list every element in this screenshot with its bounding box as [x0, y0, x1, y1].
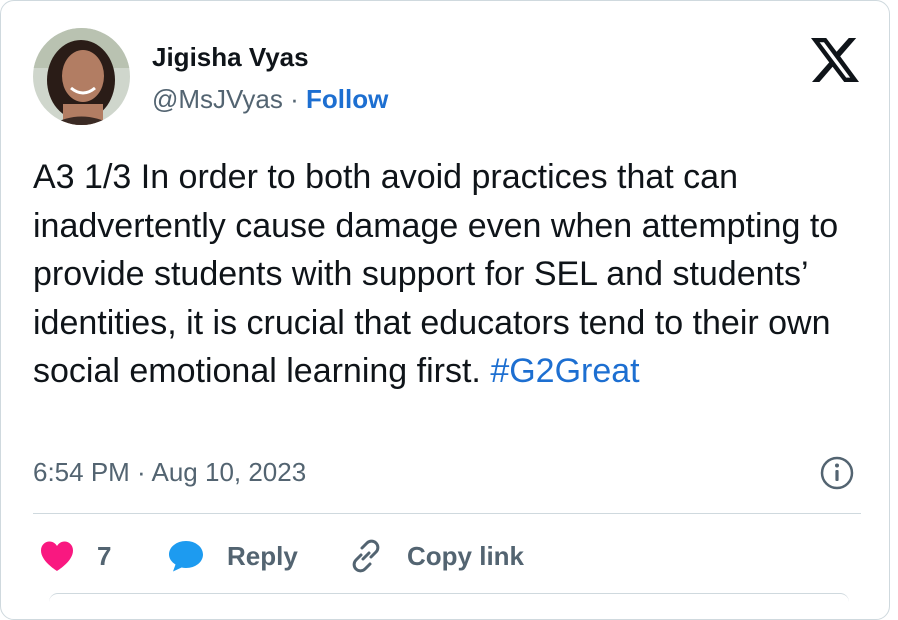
- action-bar: 7 Reply Copy link: [1, 531, 898, 581]
- speech-bubble-icon: [169, 541, 203, 572]
- copy-link-button[interactable]: Copy link: [347, 531, 524, 581]
- tweet-card: Jigisha Vyas @MsJVyas · Follow A3 1/3 In…: [0, 0, 890, 620]
- link-icon: [352, 539, 380, 573]
- read-replies-button-edge[interactable]: [49, 593, 849, 602]
- heart-icon: [41, 541, 73, 571]
- info-icon[interactable]: [819, 455, 855, 491]
- tweet-text: A3 1/3 In order to both avoid practices …: [33, 153, 873, 396]
- handle-row: @MsJVyas · Follow: [152, 84, 388, 115]
- divider: [33, 513, 861, 514]
- author-handle[interactable]: @MsJVyas: [152, 84, 283, 114]
- hashtag-link[interactable]: #G2Great: [490, 352, 639, 390]
- x-logo-icon[interactable]: [811, 38, 859, 82]
- copy-link-label: Copy link: [407, 540, 525, 571]
- avatar[interactable]: [33, 28, 130, 125]
- reply-button[interactable]: Reply: [167, 531, 298, 581]
- like-button[interactable]: 7: [39, 531, 111, 581]
- follow-button[interactable]: Follow: [306, 84, 388, 114]
- tweet-body: A3 1/3 In order to both avoid practices …: [33, 158, 839, 391]
- reply-label: Reply: [227, 540, 298, 571]
- separator: ·: [282, 84, 306, 114]
- author-name[interactable]: Jigisha Vyas: [152, 42, 309, 73]
- like-count: 7: [97, 540, 112, 571]
- tweet-timestamp[interactable]: 6:54 PM · Aug 10, 2023: [33, 457, 306, 488]
